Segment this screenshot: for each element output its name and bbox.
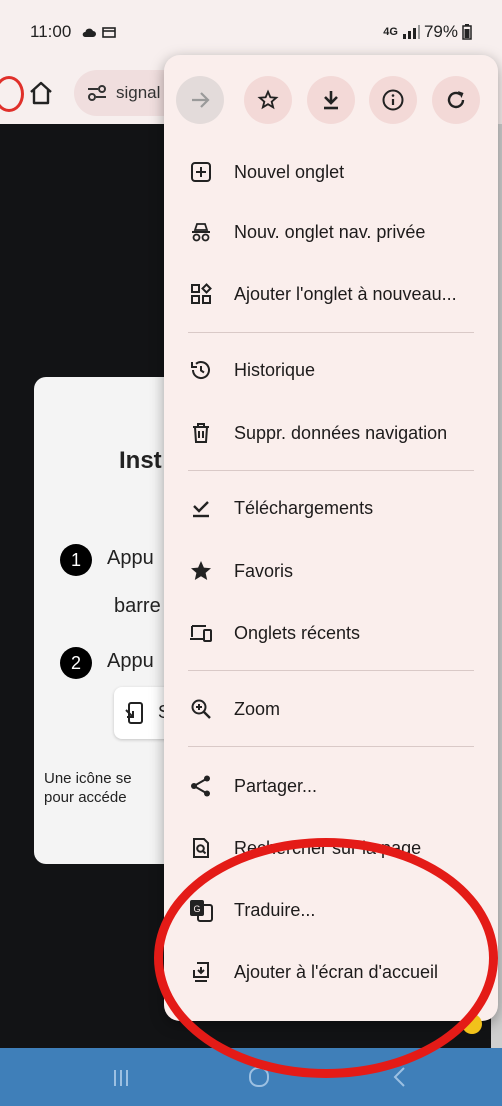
menu-item-label: Onglets récents [234, 622, 361, 643]
menu-item-new-tab[interactable]: Nouvel onglet [164, 141, 498, 203]
status-time: 11:00 [30, 22, 72, 41]
menu-item-recent-tabs[interactable]: Onglets récents [164, 602, 498, 664]
zoom-icon [188, 696, 214, 722]
menu-divider [188, 332, 474, 333]
step-number-1: 1 [60, 544, 92, 576]
step-2-text: Appu [107, 650, 154, 672]
incognito-icon [188, 219, 214, 245]
devices-icon [188, 620, 214, 646]
signal-icon [402, 25, 420, 39]
highlight-circle [154, 838, 498, 1078]
back-nav-icon[interactable] [390, 1066, 410, 1088]
calendar-icon [102, 27, 116, 38]
menu-item-label: Suppr. données navigation [234, 422, 448, 443]
step-1-text: Appu [107, 547, 154, 569]
menu-divider [188, 670, 474, 671]
menu-item-incognito[interactable]: Nouv. onglet nav. privée [164, 201, 498, 263]
refresh-button[interactable] [432, 76, 480, 124]
forward-icon [192, 92, 210, 108]
step-1-text-line2: barre [114, 595, 161, 617]
page-info-button[interactable] [369, 76, 417, 124]
network-type: 4G [383, 26, 398, 38]
menu-item-history[interactable]: Historique [164, 339, 498, 401]
menu-item-label: Partager... [234, 775, 318, 796]
menu-item-label: Favoris [234, 560, 294, 581]
menu-item-label: Ajouter l'onglet à nouveau... [234, 283, 457, 304]
download-icon [324, 91, 338, 110]
plus-box-icon [188, 159, 214, 185]
check-download-icon [188, 495, 214, 521]
step-number-2: 2 [60, 647, 92, 679]
menu-item-label: Téléchargements [234, 497, 374, 518]
star-icon [257, 89, 279, 110]
footer-line-1: Une icône se [44, 770, 132, 787]
site-settings-icon[interactable] [86, 82, 108, 104]
forward-button[interactable] [176, 76, 224, 124]
menu-divider [188, 470, 474, 471]
menu-item-label: Nouvel onglet [234, 161, 345, 182]
refresh-icon [447, 91, 465, 109]
find-in-page-icon [188, 835, 214, 861]
cloud-icon [82, 28, 96, 37]
menu-item-label: Zoom [234, 698, 281, 719]
url-text: signal [116, 83, 161, 102]
menu-item-label: Nouv. onglet nav. privée [234, 221, 426, 242]
status-bar: 11:00 4G 79% [0, 0, 502, 62]
share-icon [188, 773, 214, 799]
star-filled-icon [188, 558, 214, 584]
menu-item-label: Historique [234, 359, 316, 380]
home-icon[interactable] [28, 80, 54, 106]
menu-item-clear-data[interactable]: Suppr. données navigation [164, 402, 498, 464]
dialog-title: Inst [119, 447, 162, 474]
add-to-home-icon [125, 702, 143, 724]
footer-line-2: pour accéde [44, 789, 127, 806]
bookmark-button[interactable] [244, 76, 292, 124]
tab-group-icon [188, 281, 214, 307]
recent-apps-icon[interactable] [111, 1068, 131, 1088]
info-icon [382, 89, 404, 111]
battery-icon [462, 24, 472, 40]
menu-item-add-tab-group[interactable]: Ajouter l'onglet à nouveau... [164, 263, 498, 325]
menu-item-downloads[interactable]: Téléchargements [164, 477, 498, 539]
trash-icon [188, 420, 214, 446]
menu-toolbar [164, 55, 498, 147]
history-icon [188, 357, 214, 383]
menu-item-zoom[interactable]: Zoom [164, 678, 498, 740]
dialog-footer: Une icône se pour accéde [44, 769, 132, 807]
menu-item-bookmarks[interactable]: Favoris [164, 540, 498, 602]
menu-divider [188, 746, 474, 747]
battery-percent: 79% [423, 22, 458, 41]
status-right: 4G 79% [383, 22, 472, 42]
menu-item-share[interactable]: Partager... [164, 755, 498, 817]
download-button[interactable] [307, 76, 355, 124]
